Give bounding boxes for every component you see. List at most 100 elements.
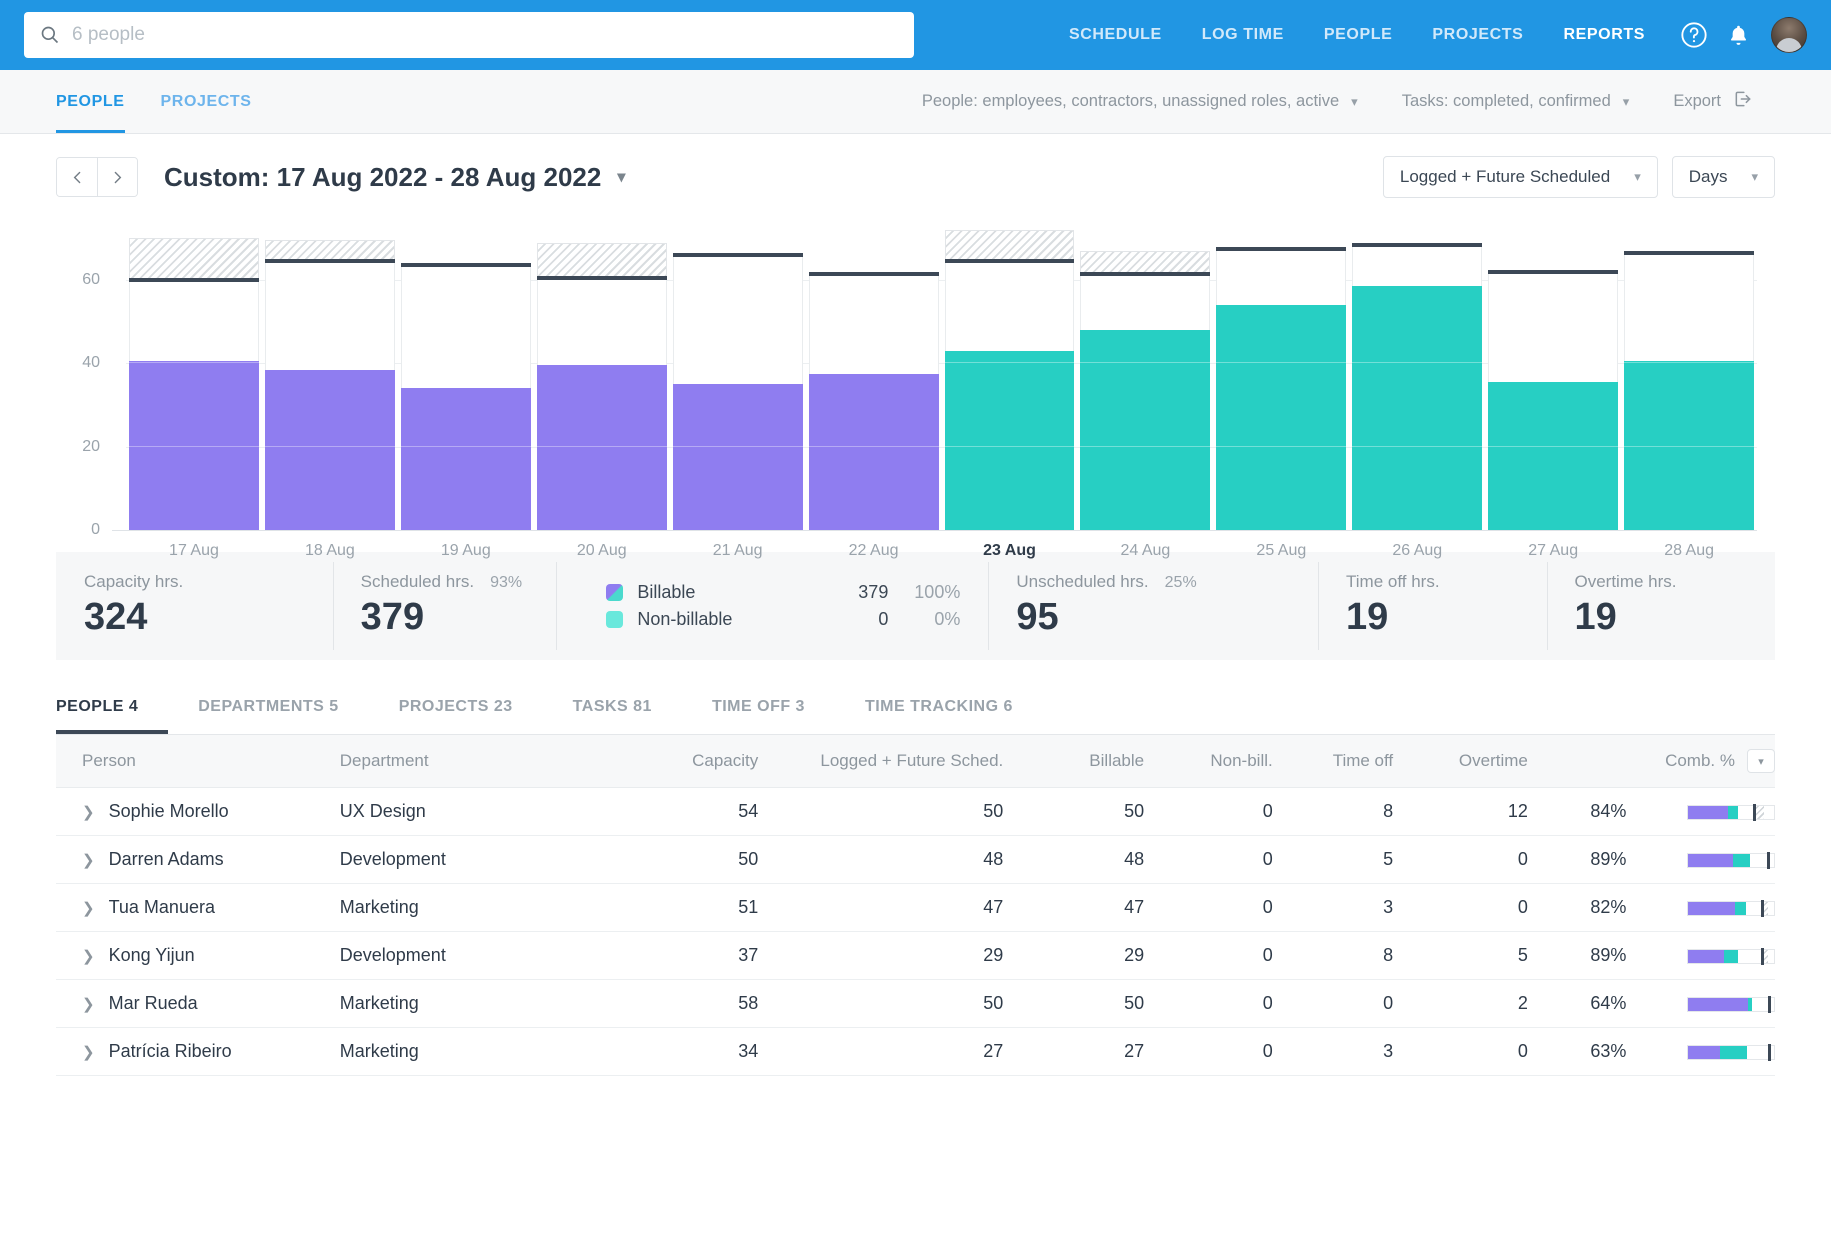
chart-bars [126, 230, 1757, 530]
chevron-down-icon: ▾ [1623, 94, 1630, 110]
expand-row-icon[interactable]: ❯ [82, 1043, 95, 1061]
nav-item-projects[interactable]: PROJECTS [1412, 26, 1543, 44]
detail-tab-people[interactable]: PEOPLE 4 [56, 698, 168, 734]
search-input[interactable] [72, 24, 898, 46]
col-header-billable[interactable]: Billable [1003, 735, 1144, 788]
cell-capacity: 58 [636, 980, 758, 1028]
legend-nonbillable-label: Non-billable [637, 609, 822, 630]
detail-tab-time[interactable]: TIME OFF 3 [712, 698, 835, 734]
cell-utilization-bar [1652, 932, 1775, 980]
chart-bar[interactable] [262, 230, 398, 530]
bar-gridline-seam [673, 446, 803, 447]
col-header-capacity[interactable]: Capacity [636, 735, 758, 788]
detail-tab-time[interactable]: TIME TRACKING 6 [865, 698, 1043, 734]
cell-logged-future: 50 [758, 788, 1003, 836]
detail-tab-projects[interactable]: PROJECTS 23 [399, 698, 543, 734]
nav-item-people[interactable]: PEOPLE [1304, 26, 1413, 44]
stat-unscheduled-pct: 25% [1165, 574, 1197, 592]
col-header-department[interactable]: Department [340, 735, 636, 788]
tasks-filter-dropdown[interactable]: Tasks: completed, confirmed ▾ [1380, 92, 1652, 111]
detail-tab-tasks[interactable]: TASKS 81 [573, 698, 682, 734]
bar-gridline-seam [1624, 446, 1754, 447]
cell-nonbillable: 0 [1144, 836, 1273, 884]
cell-department: Development [340, 932, 636, 980]
chart-bar[interactable] [1621, 230, 1757, 530]
capacity-line [265, 259, 395, 263]
avatar[interactable] [1771, 17, 1807, 53]
tab-projects[interactable]: PROJECTS [161, 70, 252, 133]
column-options-button[interactable]: ▾ [1747, 749, 1775, 773]
table-row[interactable]: ❯Mar RuedaMarketing58505000264% [56, 980, 1775, 1028]
chart-y-axis: 0204060 [56, 230, 112, 530]
detail-tab-departments[interactable]: DEPARTMENTS 5 [198, 698, 368, 734]
cell-capacity: 54 [636, 788, 758, 836]
cell-person: ❯Kong Yijun [56, 932, 340, 980]
chart-controls: Logged + Future Scheduled ▾ Days ▾ [1383, 156, 1775, 198]
chart-bar[interactable] [398, 230, 534, 530]
chart-bar[interactable] [126, 230, 262, 530]
overtime-hatch [129, 238, 259, 280]
search-box[interactable] [24, 12, 914, 58]
chart-bar[interactable] [1485, 230, 1621, 530]
metric-select[interactable]: Logged + Future Scheduled ▾ [1383, 156, 1658, 198]
bell-icon[interactable] [1723, 20, 1753, 50]
table-row[interactable]: ❯Darren AdamsDevelopment50484805089% [56, 836, 1775, 884]
capacity-bar-chart: 0204060 17 Aug18 Aug19 Aug20 Aug21 Aug22… [56, 230, 1775, 530]
cell-timeoff: 3 [1273, 1028, 1393, 1076]
minibar-segment [1761, 948, 1764, 965]
table-body: ❯Sophie MorelloUX Design545050081284%❯Da… [56, 788, 1775, 1076]
help-icon[interactable] [1679, 20, 1709, 50]
col-header-logged-future[interactable]: Logged + Future Sched. [758, 735, 1003, 788]
expand-row-icon[interactable]: ❯ [82, 899, 95, 917]
interval-select[interactable]: Days ▾ [1672, 156, 1775, 198]
bar-fill [1080, 330, 1210, 530]
col-header-nonbillable[interactable]: Non-bill. [1144, 735, 1273, 788]
utilization-minibar [1687, 1045, 1775, 1060]
minibar-segment [1688, 1046, 1720, 1059]
col-header-timeoff[interactable]: Time off [1273, 735, 1393, 788]
people-filter-dropdown[interactable]: People: employees, contractors, unassign… [900, 92, 1380, 111]
cell-comb-pct: 89% [1528, 932, 1653, 980]
next-period-button[interactable] [97, 158, 137, 196]
col-header-person[interactable]: Person [56, 735, 340, 788]
stat-timeoff: Time off hrs. 19 [1318, 552, 1546, 660]
chart-bar[interactable] [806, 230, 942, 530]
utilization-minibar [1687, 949, 1775, 964]
expand-row-icon[interactable]: ❯ [82, 803, 95, 821]
col-header-comb-pct: Comb. % ▾ [1528, 735, 1775, 788]
nav-item-log-time[interactable]: LOG TIME [1182, 26, 1304, 44]
billable-swatch-icon [606, 584, 623, 601]
cell-capacity: 51 [636, 884, 758, 932]
minibar-segment [1724, 950, 1738, 963]
chart-bar[interactable] [670, 230, 806, 530]
prev-period-button[interactable] [57, 158, 97, 196]
minibar-segment [1735, 902, 1745, 915]
table-row[interactable]: ❯Kong YijunDevelopment37292908589% [56, 932, 1775, 980]
table-row[interactable]: ❯Sophie MorelloUX Design545050081284% [56, 788, 1775, 836]
chart-bar[interactable] [1349, 230, 1485, 530]
export-button[interactable]: Export [1651, 89, 1775, 114]
nav-item-schedule[interactable]: SCHEDULE [1049, 26, 1182, 44]
bar-fill [1624, 361, 1754, 530]
expand-row-icon[interactable]: ❯ [82, 947, 95, 965]
chart-bar[interactable] [942, 230, 1078, 530]
table-row[interactable]: ❯Tua ManueraMarketing51474703082% [56, 884, 1775, 932]
chart-bar[interactable] [1213, 230, 1349, 530]
chart-bar[interactable] [534, 230, 670, 530]
capacity-line [537, 276, 667, 280]
date-range-label: Custom: 17 Aug 2022 - 28 Aug 2022 [164, 162, 601, 193]
table-row[interactable]: ❯Patrícia RibeiroMarketing34272703063% [56, 1028, 1775, 1076]
tab-people[interactable]: PEOPLE [56, 70, 125, 133]
expand-row-icon[interactable]: ❯ [82, 995, 95, 1013]
bar-gridline-seam [1352, 446, 1482, 447]
utilization-minibar [1687, 853, 1775, 868]
legend-row-billable: Billable 379 100% [606, 582, 960, 603]
expand-row-icon[interactable]: ❯ [82, 851, 95, 869]
capacity-line [1216, 247, 1346, 251]
stat-timeoff-value: 19 [1346, 596, 1518, 639]
chart-bar[interactable] [1077, 230, 1213, 530]
nav-item-reports[interactable]: REPORTS [1543, 26, 1665, 44]
date-range-selector[interactable]: Custom: 17 Aug 2022 - 28 Aug 2022 ▾ [164, 162, 625, 193]
search-icon [40, 25, 60, 45]
col-header-overtime[interactable]: Overtime [1393, 735, 1528, 788]
